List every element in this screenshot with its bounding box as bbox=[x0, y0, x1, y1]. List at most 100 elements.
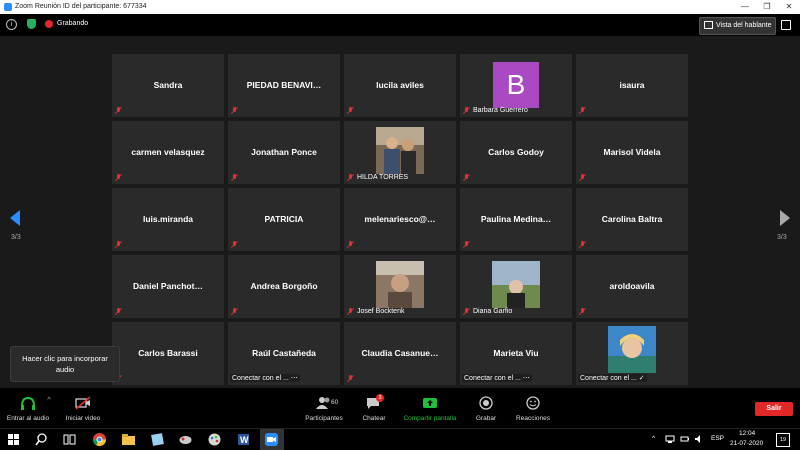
muted-mic-icon bbox=[463, 241, 470, 248]
participant-tile[interactable]: Paulina Medina… bbox=[460, 188, 572, 251]
volume-icon[interactable] bbox=[694, 434, 704, 444]
participant-name: lucila aviles bbox=[376, 80, 424, 90]
minimize-button[interactable]: — bbox=[734, 0, 756, 14]
participant-tile[interactable]: HILDA TORRES bbox=[344, 121, 456, 184]
leave-button[interactable]: Salir bbox=[755, 402, 793, 416]
participant-tile[interactable]: Andrea Borgoño bbox=[228, 255, 340, 318]
participant-tile[interactable]: B Barbara Guerrero bbox=[460, 54, 572, 117]
participant-tile[interactable]: Diana Garfio bbox=[460, 255, 572, 318]
participant-tile[interactable]: Sandra bbox=[112, 54, 224, 117]
audio-options-caret[interactable]: ^ bbox=[44, 397, 54, 404]
participant-name: Paulina Medina… bbox=[480, 214, 552, 224]
security-shield-icon[interactable] bbox=[27, 19, 36, 29]
muted-mic-icon bbox=[463, 174, 470, 181]
participant-photo bbox=[376, 127, 424, 174]
task-view-icon[interactable] bbox=[62, 432, 77, 447]
paint-app-icon[interactable] bbox=[207, 432, 222, 447]
participant-tile[interactable]: Raúl Castañeda Conectar con el ... ⋯ bbox=[228, 322, 340, 385]
clock-date[interactable]: 21-07-2020 bbox=[730, 440, 763, 447]
close-button[interactable]: ✕ bbox=[778, 0, 800, 14]
participant-tile[interactable]: Marisol Videla bbox=[576, 121, 688, 184]
muted-mic-icon bbox=[231, 308, 238, 315]
participant-name: HILDA TORRES bbox=[357, 174, 409, 181]
muted-mic-icon bbox=[347, 375, 354, 382]
gallery-grid: Sandra PIEDAD BENAVI… lucila aviles B Ba… bbox=[112, 54, 689, 385]
connecting-status: Conectar con el ... ✓ bbox=[578, 374, 647, 382]
participant-tile[interactable]: Jonathan Ponce bbox=[228, 121, 340, 184]
participant-tile[interactable]: Claudia Casanue… bbox=[344, 322, 456, 385]
search-icon[interactable] bbox=[34, 432, 49, 447]
participant-tile[interactable]: Marieta Viu Conectar con el ... ⋯ bbox=[460, 322, 572, 385]
muted-mic-icon bbox=[579, 174, 586, 181]
share-screen-icon bbox=[423, 398, 437, 408]
notes-app-icon[interactable] bbox=[150, 432, 165, 447]
join-audio-tooltip: Hacer clic para incorporar audio bbox=[10, 346, 120, 382]
participant-tile[interactable]: isaura bbox=[576, 54, 688, 117]
participant-tile[interactable]: Daniel Panchot… bbox=[112, 255, 224, 318]
reactions-label: Reacciones bbox=[516, 415, 550, 422]
chrome-icon[interactable] bbox=[92, 432, 107, 447]
participant-tile[interactable]: carmen velasquez bbox=[112, 121, 224, 184]
windows-start-icon[interactable] bbox=[6, 432, 21, 447]
previous-page-arrow[interactable] bbox=[10, 210, 20, 226]
participant-name: isaura bbox=[619, 80, 645, 90]
participant-tile[interactable]: luis.miranda bbox=[112, 188, 224, 251]
window-title-bar: Zoom Reunión ID del participante: 677334… bbox=[0, 0, 800, 14]
windows-taskbar: W ^ ESP 12:04 21-07-2020 19 bbox=[0, 428, 800, 450]
page-indicator-right: 3/3 bbox=[777, 234, 787, 241]
participants-label: Participantes bbox=[305, 415, 343, 422]
muted-mic-icon bbox=[579, 308, 586, 315]
battery-icon[interactable] bbox=[680, 434, 690, 444]
participant-name: PIEDAD BENAVI… bbox=[246, 80, 322, 90]
join-audio-label: Entrar al audio bbox=[6, 415, 50, 422]
next-page-arrow[interactable] bbox=[780, 210, 790, 226]
record-button[interactable]: Grabar bbox=[470, 388, 502, 422]
language-indicator[interactable]: ESP bbox=[711, 435, 724, 442]
participant-tile[interactable]: Carolina Baltra bbox=[576, 188, 688, 251]
participant-tile[interactable]: Conectar con el ... ✓ bbox=[576, 322, 688, 385]
maximize-button[interactable]: ❐ bbox=[756, 0, 778, 14]
share-screen-label: Compartir pantalla bbox=[403, 415, 457, 422]
notification-center-icon[interactable]: 19 bbox=[776, 433, 790, 447]
info-icon[interactable]: i bbox=[6, 19, 17, 30]
participants-button[interactable]: 60 Participantes bbox=[300, 388, 348, 422]
tooltip-line-1: Hacer clic para incorporar bbox=[22, 354, 108, 363]
word-icon[interactable]: W bbox=[236, 432, 251, 447]
meeting-toolbar: Entrar al audio ^ Iniciar video 60 Parti… bbox=[0, 388, 800, 428]
page-indicator-left: 3/3 bbox=[11, 234, 21, 241]
participant-tile[interactable]: Carlos Barassi bbox=[112, 322, 224, 385]
participants-icon bbox=[316, 397, 330, 409]
participant-name: luis.miranda bbox=[142, 214, 194, 224]
muted-mic-icon bbox=[347, 241, 354, 248]
participant-name: carmen velasquez bbox=[131, 147, 205, 157]
speaker-view-button[interactable]: Vista del hablante bbox=[699, 17, 776, 35]
zoom-taskbar-active[interactable] bbox=[260, 429, 284, 450]
participant-tile[interactable]: Carlos Godoy bbox=[460, 121, 572, 184]
network-icon[interactable] bbox=[665, 434, 675, 444]
app-icon[interactable] bbox=[178, 432, 193, 447]
record-icon bbox=[479, 396, 493, 410]
record-label: Grabar bbox=[475, 415, 497, 422]
share-screen-button[interactable]: Compartir pantalla bbox=[398, 388, 462, 422]
speaker-view-label: Vista del hablante bbox=[716, 22, 772, 29]
participant-tile[interactable]: PIEDAD BENAVI… bbox=[228, 54, 340, 117]
participant-name: Barbara Guerrero bbox=[473, 107, 528, 114]
participants-count: 60 bbox=[331, 399, 339, 406]
participant-name: Jonathan Ponce bbox=[251, 147, 317, 157]
participant-tile[interactable]: Josef Bocktenk bbox=[344, 255, 456, 318]
window-title: Zoom Reunión ID del participante: 677334 bbox=[15, 3, 147, 10]
participant-tile[interactable]: melenariesco@… bbox=[344, 188, 456, 251]
reactions-button[interactable]: Reacciones bbox=[510, 388, 556, 422]
clock-time[interactable]: 12:04 bbox=[739, 430, 755, 437]
participant-tile[interactable]: aroldoavila bbox=[576, 255, 688, 318]
participant-tile[interactable]: lucila aviles bbox=[344, 54, 456, 117]
tray-expand-icon[interactable]: ^ bbox=[652, 435, 655, 442]
participant-avatar: B bbox=[493, 62, 539, 108]
start-video-button[interactable]: Iniciar video bbox=[60, 388, 106, 422]
chat-button[interactable]: 3 Chatear bbox=[354, 388, 394, 422]
fullscreen-icon[interactable] bbox=[781, 20, 791, 30]
participant-tile[interactable]: PATRICIA bbox=[228, 188, 340, 251]
join-audio-button[interactable]: Entrar al audio bbox=[4, 388, 52, 422]
file-explorer-icon[interactable] bbox=[121, 432, 136, 447]
connecting-status: Conectar con el ... ⋯ bbox=[462, 374, 532, 382]
